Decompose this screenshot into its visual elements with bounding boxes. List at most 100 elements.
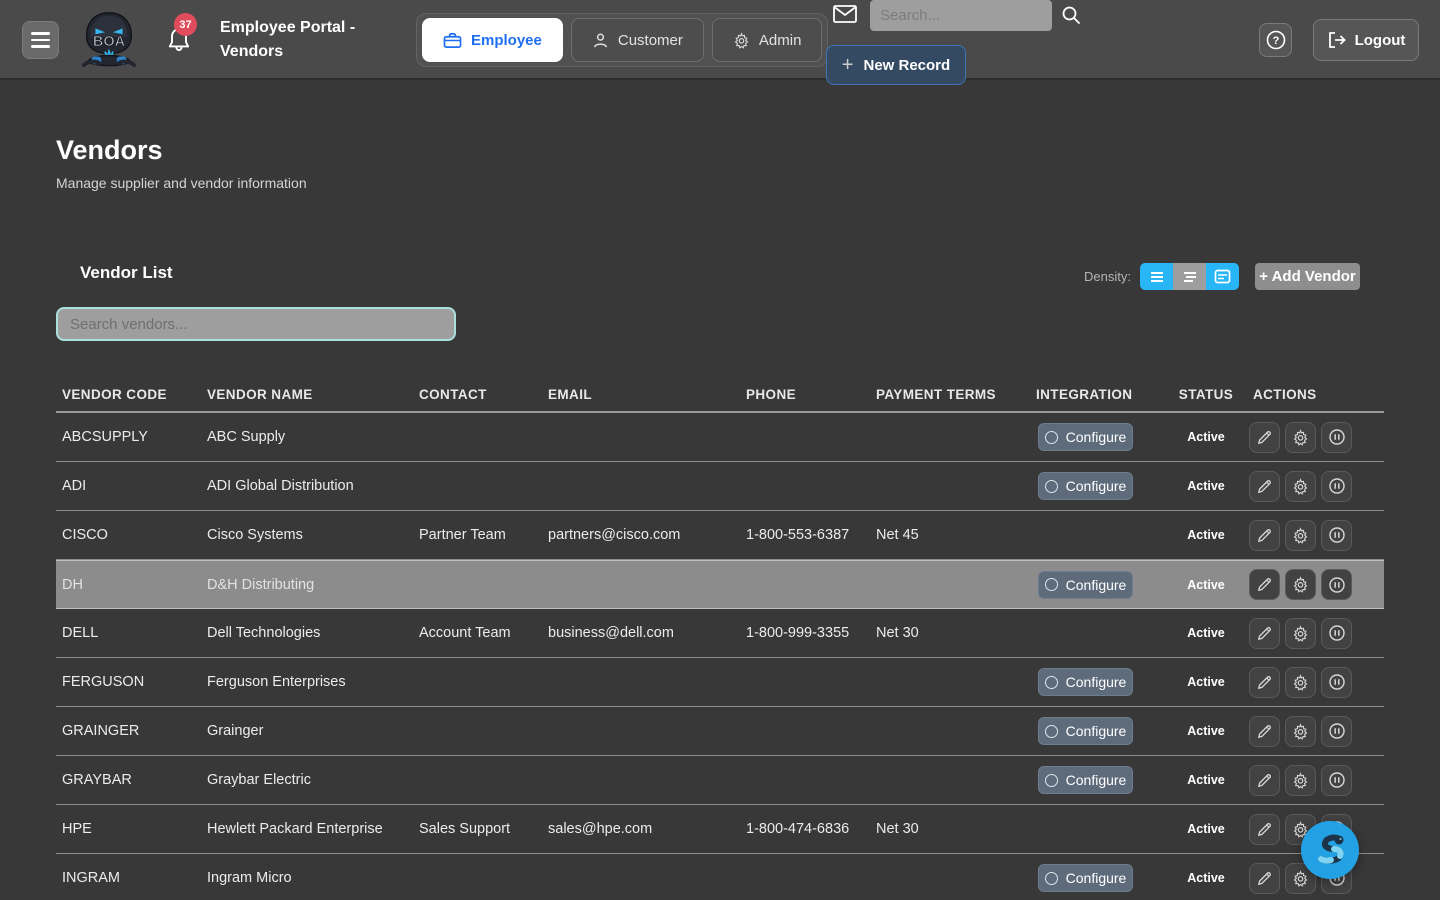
edit-button[interactable] xyxy=(1249,618,1280,649)
table-row[interactable]: ADI ADI Global Distribution Configure Ac… xyxy=(56,462,1384,511)
edit-button[interactable] xyxy=(1249,765,1280,796)
integration-cell: Configure xyxy=(1030,423,1165,451)
integration-cell: Configure xyxy=(1030,864,1165,892)
snake-icon xyxy=(1309,829,1351,871)
col-actions: Actions xyxy=(1247,387,1384,402)
density-compact-button[interactable] xyxy=(1140,263,1173,290)
vendor-code-cell: DELL xyxy=(56,625,201,641)
vendor-code-cell: ABCSUPPLY xyxy=(56,429,201,445)
settings-button[interactable] xyxy=(1285,618,1316,649)
tab-employee[interactable]: Employee xyxy=(422,18,563,62)
configure-button[interactable]: Configure xyxy=(1038,472,1133,500)
table-header-row: Vendor Code Vendor Name Contact Email Ph… xyxy=(56,378,1384,413)
vendor-code-cell: DH xyxy=(56,577,201,593)
pause-button[interactable] xyxy=(1321,422,1352,453)
configure-button[interactable]: Configure xyxy=(1038,717,1133,745)
configure-label: Configure xyxy=(1066,478,1127,494)
logout-icon xyxy=(1327,31,1347,49)
pause-button[interactable] xyxy=(1321,569,1352,600)
pause-button[interactable] xyxy=(1321,520,1352,551)
vendor-name-cell: Grainger xyxy=(201,723,413,739)
vendor-name-cell: ADI Global Distribution xyxy=(201,478,413,494)
configure-button[interactable]: Configure xyxy=(1038,668,1133,696)
table-row[interactable]: HPE Hewlett Packard Enterprise Sales Sup… xyxy=(56,805,1384,854)
pause-button[interactable] xyxy=(1321,618,1352,649)
edit-button[interactable] xyxy=(1249,667,1280,698)
table-row[interactable]: GRAYBAR Graybar Electric Configure Activ… xyxy=(56,756,1384,805)
edit-button[interactable] xyxy=(1249,863,1280,894)
vendor-name-cell: Ferguson Enterprises xyxy=(201,674,413,690)
settings-button[interactable] xyxy=(1285,422,1316,453)
circle-icon xyxy=(1045,480,1058,493)
circle-icon xyxy=(1045,725,1058,738)
pause-button[interactable] xyxy=(1321,471,1352,502)
table-row[interactable]: GRAINGER Grainger Configure Active xyxy=(56,707,1384,756)
mail-icon[interactable] xyxy=(832,3,858,30)
settings-button[interactable] xyxy=(1285,471,1316,502)
pause-button[interactable] xyxy=(1321,765,1352,796)
vendor-name-cell: Dell Technologies xyxy=(201,625,413,641)
integration-cell: Configure xyxy=(1030,717,1165,745)
add-vendor-button[interactable]: + Add Vendor xyxy=(1255,263,1360,290)
status-badge: Active xyxy=(1165,773,1247,787)
tab-customer[interactable]: Customer xyxy=(571,18,704,62)
vendor-code-cell: FERGUSON xyxy=(56,674,201,690)
col-vendor-code: Vendor Code xyxy=(56,387,201,402)
tab-admin[interactable]: Admin xyxy=(712,18,823,62)
density-spacious-button[interactable] xyxy=(1206,263,1239,290)
settings-button[interactable] xyxy=(1285,667,1316,698)
new-record-button[interactable]: + New Record xyxy=(826,45,966,85)
status-badge: Active xyxy=(1165,479,1247,493)
table-row[interactable]: FERGUSON Ferguson Enterprises Configure … xyxy=(56,658,1384,707)
edit-button[interactable] xyxy=(1249,422,1280,453)
svg-text:?: ? xyxy=(1272,35,1279,47)
settings-button[interactable] xyxy=(1285,520,1316,551)
table-row[interactable]: ABCSUPPLY ABC Supply Configure Active xyxy=(56,413,1384,462)
integration-cell: Configure xyxy=(1030,668,1165,696)
gear-icon xyxy=(1292,723,1309,740)
new-record-label: New Record xyxy=(863,57,950,74)
edit-button[interactable] xyxy=(1249,569,1280,600)
settings-button[interactable] xyxy=(1285,569,1316,600)
logout-button[interactable]: Logout xyxy=(1313,19,1419,61)
vendor-name-cell: Graybar Electric xyxy=(201,772,413,788)
integration-cell: Configure xyxy=(1030,619,1165,647)
pencil-icon xyxy=(1256,625,1273,642)
hamburger-menu-button[interactable] xyxy=(22,21,59,59)
help-button[interactable]: ? xyxy=(1259,23,1292,57)
gear-icon xyxy=(1292,478,1309,495)
question-icon: ? xyxy=(1265,29,1287,51)
pause-circle-icon xyxy=(1328,428,1346,446)
notifications-bell[interactable]: 37 xyxy=(166,26,206,70)
col-payment-terms: Payment Terms xyxy=(870,387,1030,402)
configure-button[interactable]: Configure xyxy=(1038,864,1133,892)
row-actions xyxy=(1247,520,1384,551)
pause-button[interactable] xyxy=(1321,667,1352,698)
settings-button[interactable] xyxy=(1285,765,1316,796)
configure-button[interactable]: Configure xyxy=(1038,423,1133,451)
edit-button[interactable] xyxy=(1249,716,1280,747)
settings-button[interactable] xyxy=(1285,716,1316,747)
table-row[interactable]: INGRAM Ingram Micro Configure Active xyxy=(56,854,1384,900)
edit-button[interactable] xyxy=(1249,520,1280,551)
edit-button[interactable] xyxy=(1249,471,1280,502)
table-row[interactable]: CISCO Cisco Systems Partner Team partner… xyxy=(56,511,1384,560)
density-comfortable-button[interactable] xyxy=(1173,263,1206,290)
boa-assistant-float-button[interactable] xyxy=(1301,821,1359,879)
table-row[interactable]: DH D&H Distributing Configure Active xyxy=(56,560,1384,609)
pause-button[interactable] xyxy=(1321,716,1352,747)
gear-icon xyxy=(1292,527,1309,544)
search-icon[interactable] xyxy=(1060,4,1082,31)
table-body: ABCSUPPLY ABC Supply Configure Active AD… xyxy=(56,413,1384,900)
vendor-name-cell: D&H Distributing xyxy=(201,577,413,593)
configure-button[interactable]: Configure xyxy=(1038,571,1133,599)
payment-terms-cell: Net 45 xyxy=(870,527,1030,543)
status-badge: Active xyxy=(1165,430,1247,444)
table-row[interactable]: DELL Dell Technologies Account Team busi… xyxy=(56,609,1384,658)
configure-button[interactable]: Configure xyxy=(1038,766,1133,794)
vendor-search-input[interactable] xyxy=(56,307,456,341)
edit-button[interactable] xyxy=(1249,814,1280,845)
email-cell: sales@hpe.com xyxy=(542,821,740,837)
configure-label: Configure xyxy=(1066,429,1127,445)
global-search-input[interactable] xyxy=(870,0,1052,31)
